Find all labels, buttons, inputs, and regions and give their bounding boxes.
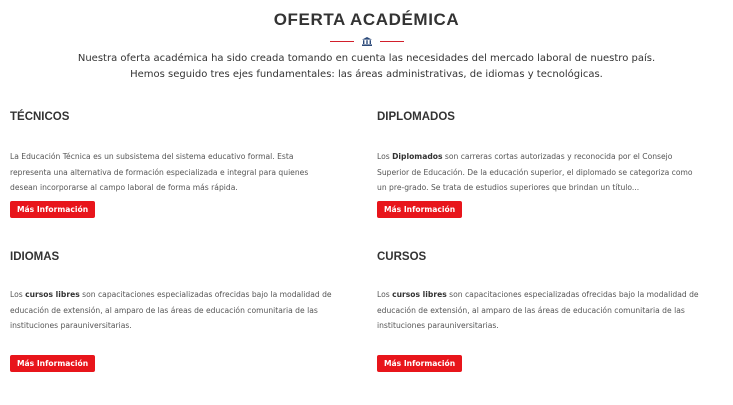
desc-line: representa una alternativa de formación … [10,167,309,177]
desc-line: Superior de Educación. De la educación s… [377,167,693,177]
card-title: IDIOMAS [10,251,60,263]
desc-line: un pre-grado. Se trata de estudios super… [377,183,640,192]
card-idiomas: IDIOMAS Los cursos libres son capacitaci… [10,249,355,374]
desc-text: Los [377,152,393,161]
desc-line: desean incorporarse al campo laboral de … [10,183,238,192]
desc-line: Los Diplomados son carreras cortas autor… [377,149,722,165]
card-description: La Educación Técnica es un subsistema de… [10,149,355,196]
bank-building-icon [361,36,372,46]
desc-text: son capacitaciones especializadas ofreci… [446,290,699,299]
desc-line: Los cursos libres son capacitaciones esp… [10,287,355,303]
card-diplomados: DIPLOMADOS Los Diplomados son carreras c… [377,109,722,221]
title-divider [0,36,733,46]
mas-informacion-button[interactable]: Más Información [377,201,463,218]
card-description: Los cursos libres son capacitaciones esp… [10,287,355,334]
desc-text: Los [377,290,393,299]
desc-text: son carreras cortas autorizadas y recono… [442,152,673,161]
desc-highlight: cursos libres [392,290,447,299]
desc-line: educación de extensión, al amparo de las… [377,305,685,315]
mas-informacion-button[interactable]: Más Información [10,355,96,372]
desc-highlight: cursos libres [25,290,80,299]
card-title: TÉCNICOS [10,111,70,123]
card-title: CURSOS [377,251,427,263]
card-tecnicos: TÉCNICOS La Educación Técnica es un subs… [10,109,355,221]
desc-line: La Educación Técnica es un subsistema de… [10,152,294,161]
page-title: OFERTA ACADÉMICA [273,10,460,29]
divider-line-left [329,40,354,42]
intro-line: Hemos seguido tres ejes fundamentales: l… [130,69,603,80]
card-title: DIPLOMADOS [377,111,455,123]
desc-line: instituciones parauniversitarias. [377,321,499,330]
desc-highlight: Diplomados [392,152,443,161]
mas-informacion-button[interactable]: Más Información [10,201,96,218]
desc-line: Los cursos libres son capacitaciones esp… [377,287,722,303]
desc-text: son capacitaciones especializadas ofreci… [79,290,332,299]
intro-text: Nuestra oferta académica ha sido creada … [0,51,733,83]
mas-informacion-button[interactable]: Más Información [377,355,463,372]
card-description: Los cursos libres son capacitaciones esp… [377,287,722,334]
desc-line: instituciones parauniversitarias. [10,321,132,330]
intro-line: Nuestra oferta académica ha sido creada … [77,53,656,64]
divider-line-right [379,40,404,42]
desc-text: Los [10,290,26,299]
card-description: Los Diplomados son carreras cortas autor… [377,149,722,196]
desc-line: educación de extensión, al amparo de las… [10,305,318,315]
card-cursos: CURSOS Los cursos libres son capacitacio… [377,249,722,374]
